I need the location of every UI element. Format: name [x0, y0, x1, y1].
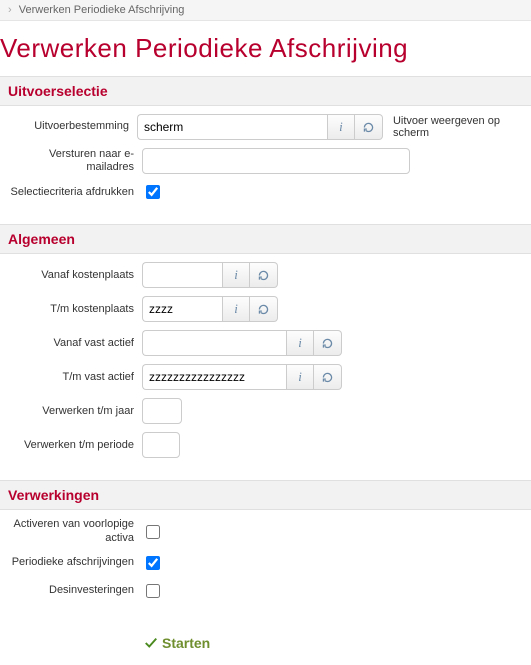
label-vanaf-vast-actief: Vanaf vast actief: [8, 337, 142, 350]
refresh-icon[interactable]: [314, 364, 342, 390]
uitvoer-side-text: Uitvoer weergeven op scherm: [393, 115, 523, 139]
action-bar: Starten: [0, 623, 531, 665]
periodieke-checkbox[interactable]: [146, 556, 160, 570]
periode-input[interactable]: [142, 432, 180, 458]
info-icon[interactable]: i: [222, 296, 250, 322]
row-selectiecriteria: Selectiecriteria afdrukken: [8, 182, 523, 202]
label-uitvoerbestemming: Uitvoerbestemming: [8, 120, 137, 133]
section-header-verwerkingen: Verwerkingen: [0, 480, 531, 510]
row-uitvoerbestemming: Uitvoerbestemming i Uitvoer weergeven op…: [8, 114, 523, 140]
label-activeren: Activeren van voorlopige activa: [8, 518, 142, 544]
info-icon[interactable]: i: [327, 114, 355, 140]
breadcrumb-sep: ›: [8, 4, 12, 16]
section-body-algemeen: Vanaf kostenplaats i T/m kostenplaats i: [0, 254, 531, 480]
start-button[interactable]: Starten: [144, 635, 210, 651]
label-selectiecriteria: Selectiecriteria afdrukken: [8, 186, 142, 199]
row-jaar: Verwerken t/m jaar: [8, 398, 523, 424]
breadcrumb-title: Verwerken Periodieke Afschrijving: [19, 4, 185, 16]
vanaf-vast-actief-input[interactable]: [142, 330, 286, 356]
label-tm-vast-actief: T/m vast actief: [8, 371, 142, 384]
input-group-uitvoerbestemming: i: [137, 114, 383, 140]
selectiecriteria-checkbox[interactable]: [146, 185, 160, 199]
check-icon: [144, 636, 158, 650]
jaar-input[interactable]: [142, 398, 182, 424]
row-periode: Verwerken t/m periode: [8, 432, 523, 458]
row-vanaf-vast-actief: Vanaf vast actief i: [8, 330, 523, 356]
row-email: Versturen naar e-mailadres: [8, 148, 523, 174]
tm-kostenplaats-input[interactable]: [142, 296, 222, 322]
row-desinvesteringen: Desinvesteringen: [8, 581, 523, 601]
activeren-checkbox[interactable]: [146, 525, 160, 539]
refresh-icon[interactable]: [250, 296, 278, 322]
row-tm-vast-actief: T/m vast actief i: [8, 364, 523, 390]
label-periodieke: Periodieke afschrijvingen: [8, 556, 142, 569]
info-icon[interactable]: i: [286, 364, 314, 390]
label-email: Versturen naar e-mailadres: [8, 148, 142, 174]
info-icon[interactable]: i: [286, 330, 314, 356]
vanaf-kostenplaats-input[interactable]: [142, 262, 222, 288]
label-jaar: Verwerken t/m jaar: [8, 405, 142, 418]
row-activeren: Activeren van voorlopige activa: [8, 518, 523, 544]
email-input[interactable]: [142, 148, 410, 174]
page-title: Verwerken Periodieke Afschrijving: [0, 33, 531, 64]
label-desinvesteringen: Desinvesteringen: [8, 584, 142, 597]
label-tm-kostenplaats: T/m kostenplaats: [8, 303, 142, 316]
section-body-verwerkingen: Activeren van voorlopige activa Periodie…: [0, 510, 531, 622]
section-body-uitvoer: Uitvoerbestemming i Uitvoer weergeven op…: [0, 106, 531, 224]
refresh-icon[interactable]: [250, 262, 278, 288]
row-vanaf-kostenplaats: Vanaf kostenplaats i: [8, 262, 523, 288]
label-vanaf-kostenplaats: Vanaf kostenplaats: [8, 269, 142, 282]
breadcrumb: › Verwerken Periodieke Afschrijving: [0, 0, 531, 21]
tm-vast-actief-input[interactable]: [142, 364, 286, 390]
refresh-icon[interactable]: [314, 330, 342, 356]
label-periode: Verwerken t/m periode: [8, 439, 142, 452]
info-icon[interactable]: i: [222, 262, 250, 288]
start-button-label: Starten: [162, 635, 210, 651]
refresh-icon[interactable]: [355, 114, 383, 140]
section-header-algemeen: Algemeen: [0, 224, 531, 254]
desinvesteringen-checkbox[interactable]: [146, 584, 160, 598]
uitvoerbestemming-input[interactable]: [137, 114, 327, 140]
row-tm-kostenplaats: T/m kostenplaats i: [8, 296, 523, 322]
row-periodieke: Periodieke afschrijvingen: [8, 553, 523, 573]
section-header-uitvoer: Uitvoerselectie: [0, 76, 531, 106]
